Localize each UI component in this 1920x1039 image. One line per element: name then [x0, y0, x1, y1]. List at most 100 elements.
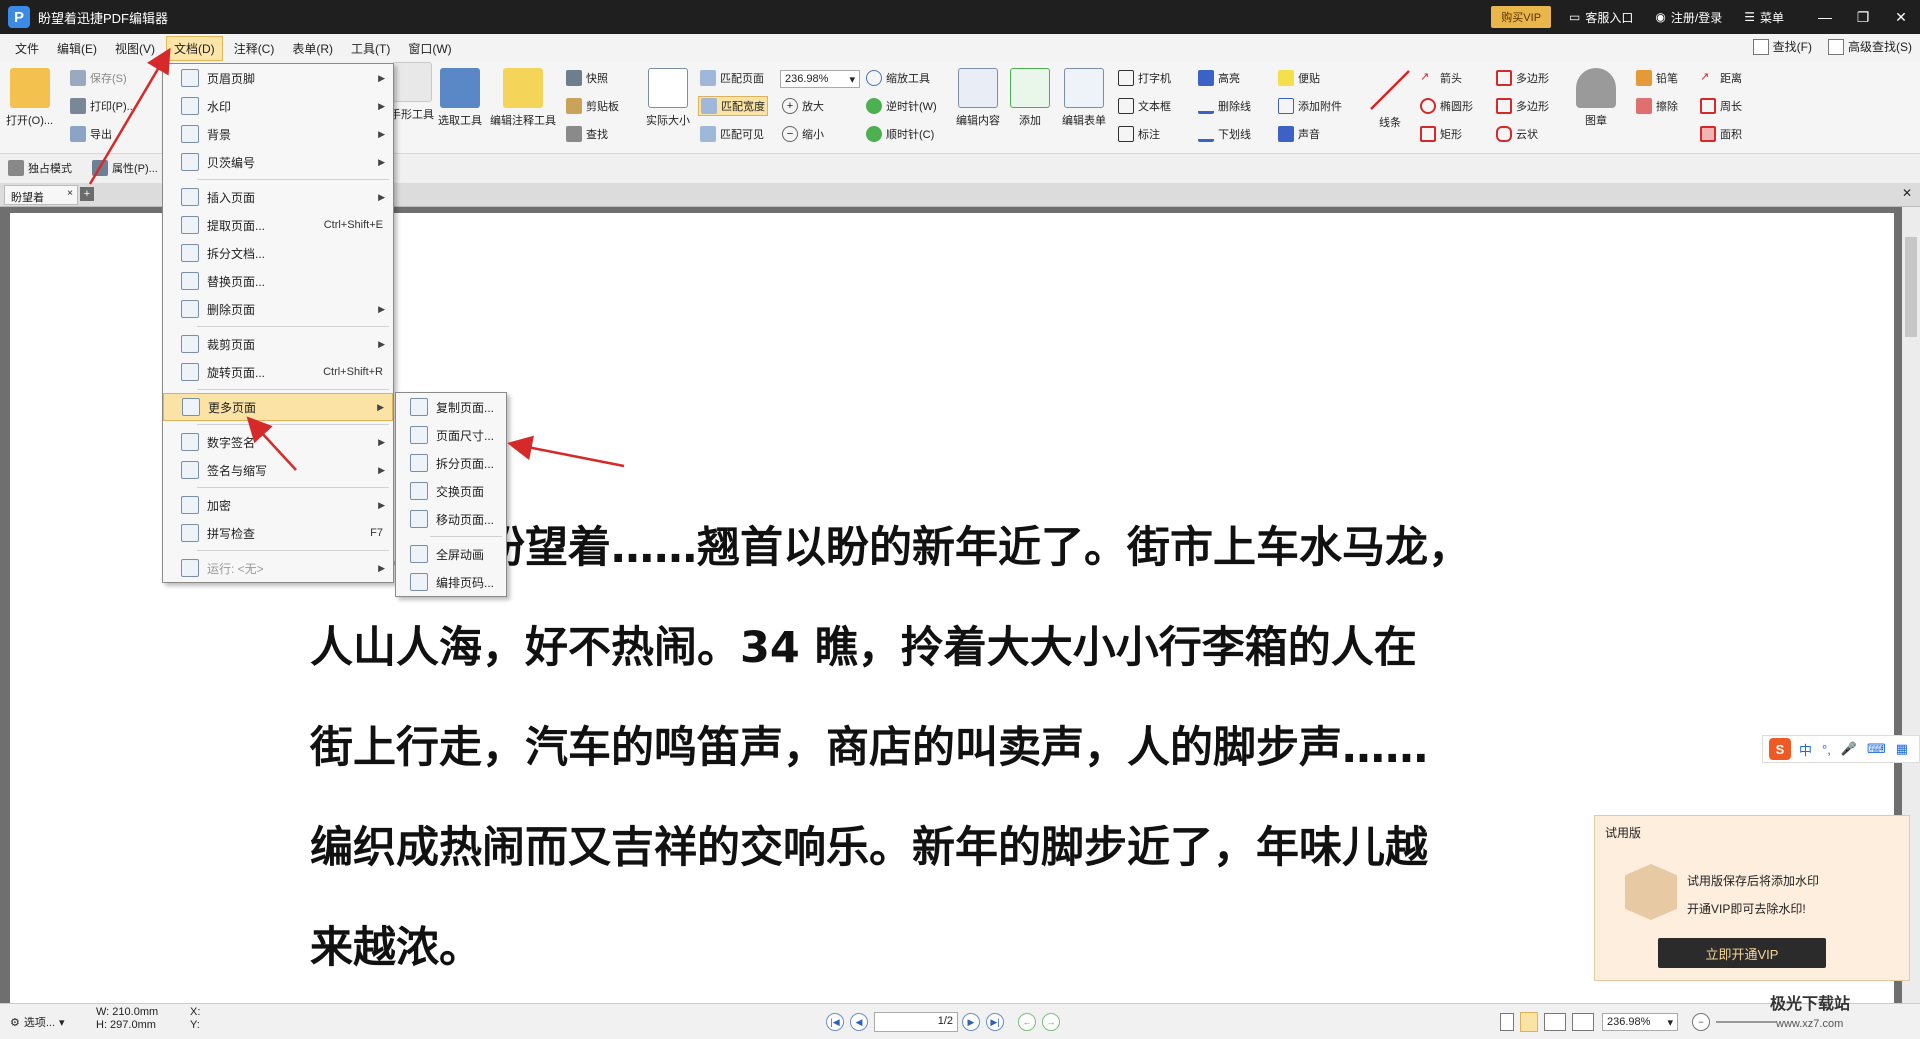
document-tab[interactable]: 盼望着 × [4, 185, 78, 205]
rotate-cw-button[interactable]: 顺时针(C) [866, 126, 934, 142]
sound-button[interactable]: 声音 [1278, 126, 1320, 142]
distance-button[interactable]: ↗ 距离 [1700, 70, 1742, 86]
polygon-button[interactable]: 多边形 [1496, 70, 1549, 86]
grid-icon[interactable]: ▦ [1896, 741, 1908, 757]
zoom-tool-button[interactable]: 缩放工具 [866, 70, 930, 86]
login-link[interactable]: ◉ 注册/登录 [1655, 9, 1722, 26]
note-button[interactable]: 便贴 [1278, 70, 1320, 86]
attach-button[interactable]: 添加附件 [1278, 98, 1342, 114]
continuous-page-icon[interactable] [1520, 1012, 1538, 1032]
maximize-button[interactable]: ❐ [1844, 9, 1882, 26]
find-button[interactable]: 查找(F) [1752, 38, 1812, 55]
textbox-button[interactable]: 文本框 [1118, 98, 1171, 114]
status-zoom-out-button[interactable]: − [1692, 1013, 1710, 1031]
zoom-combo[interactable]: 236.98% ▾ [780, 70, 860, 88]
area-button[interactable]: 面积 [1700, 126, 1742, 142]
print-button[interactable]: 打印(P)... [70, 98, 136, 114]
microphone-icon[interactable]: 🎤 [1841, 741, 1857, 757]
more_pages_menu-item[interactable]: 全屏动画 [396, 540, 506, 568]
scrollbar-thumb[interactable] [1905, 237, 1917, 337]
menu-tools[interactable]: 工具(T) [344, 37, 397, 60]
hand-tool-button[interactable]: 手形工具 [390, 62, 434, 122]
edit-content-button[interactable]: 编辑内容 [956, 68, 1000, 128]
snapshot-button[interactable]: 快照 [566, 70, 608, 86]
keyboard-icon[interactable]: ⌨ [1867, 741, 1886, 757]
properties-button[interactable]: 属性(P)... [92, 160, 158, 176]
close-document-icon[interactable]: ✕ [1902, 186, 1912, 200]
more_pages_menu-item[interactable]: 编排页码... [396, 568, 506, 596]
add-tab-button[interactable]: + [80, 187, 94, 201]
more_pages_menu-item[interactable]: 交换页面 [396, 477, 506, 505]
continuous-facing-icon[interactable] [1572, 1013, 1594, 1031]
select-tool-button[interactable]: 选取工具 [438, 68, 482, 128]
doc_menu-item[interactable]: 旋转页面... Ctrl+Shift+R [163, 358, 393, 386]
menu-view[interactable]: 视图(V) [108, 37, 162, 60]
doc_menu-item[interactable]: 替换页面... [163, 267, 393, 295]
save-button[interactable]: 保存(S) [70, 70, 127, 86]
menu-link[interactable]: ☰ 菜单 [1744, 9, 1784, 26]
pencil-button[interactable]: 铅笔 [1636, 70, 1678, 86]
strikeout-button[interactable]: 删除线 [1198, 98, 1251, 114]
doc_menu-item[interactable]: 拆分文档... [163, 239, 393, 267]
doc_menu-item[interactable]: 插入页面 ▶ [163, 183, 393, 211]
more_pages_menu-item[interactable]: 复制页面... [396, 393, 506, 421]
doc_menu-item[interactable]: 贝茨编号 ▶ [163, 148, 393, 176]
close-window-button[interactable]: ✕ [1882, 9, 1920, 26]
ellipse-button[interactable]: 椭圆形 [1420, 98, 1473, 114]
status-zoom-combo[interactable]: 236.98% ▾ [1602, 1013, 1678, 1031]
last-page-button[interactable]: ▶| [986, 1013, 1004, 1031]
single-page-icon[interactable] [1500, 1013, 1514, 1031]
exclusive-mode-button[interactable]: 独占模式 [8, 160, 72, 176]
next-page-button[interactable]: ▶ [962, 1013, 980, 1031]
doc_menu-item[interactable]: 签名与缩写 ▶ [163, 456, 393, 484]
open-button[interactable]: 打开(O)... [6, 68, 53, 128]
forward-button[interactable]: → [1042, 1013, 1060, 1031]
doc_menu-item[interactable]: 提取页面... Ctrl+Shift+E [163, 211, 393, 239]
doc_menu-item[interactable]: 数字签名 ▶ [163, 428, 393, 456]
buy-vip-button[interactable]: 购买VIP [1491, 6, 1552, 28]
facing-pages-icon[interactable] [1544, 1013, 1566, 1031]
doc_menu-item[interactable]: 加密 ▶ [163, 491, 393, 519]
fit-visible-button[interactable]: 匹配可见 [700, 126, 764, 142]
menu-edit[interactable]: 编辑(E) [50, 37, 104, 60]
menu-comment[interactable]: 注释(C) [227, 37, 282, 60]
fit-width-button[interactable]: 匹配宽度 [698, 96, 768, 116]
page-number-input[interactable]: 1/2 [874, 1012, 958, 1032]
advanced-find-button[interactable]: 高级查找(S) [1828, 38, 1912, 55]
highlight-button[interactable]: 高亮 [1198, 70, 1240, 86]
customer-service-link[interactable]: ▭ 客服入口 [1569, 9, 1633, 26]
callout-button[interactable]: 标注 [1118, 126, 1160, 142]
doc_menu-item[interactable]: 页眉页脚 ▶ [163, 64, 393, 92]
back-button[interactable]: ← [1018, 1013, 1036, 1031]
underline-button[interactable]: 下划线 [1198, 126, 1251, 142]
menu-window[interactable]: 窗口(W) [401, 37, 458, 60]
first-page-button[interactable]: |◀ [826, 1013, 844, 1031]
add-button[interactable]: 添加 [1010, 68, 1050, 128]
doc_menu-item[interactable]: 删除页面 ▶ [163, 295, 393, 323]
more_pages_menu-item[interactable]: 移动页面... [396, 505, 506, 533]
more_pages_menu-item[interactable]: 页面尺寸... [396, 421, 506, 449]
menu-form[interactable]: 表单(R) [285, 37, 340, 60]
ime-language[interactable]: 中 [1799, 740, 1812, 759]
zoom-out-button[interactable]: − 缩小 [782, 126, 824, 142]
more_pages_menu-item[interactable]: 拆分页面... [396, 449, 506, 477]
menu-file[interactable]: 文件 [8, 37, 46, 60]
doc_menu-item[interactable]: 裁剪页面 ▶ [163, 330, 393, 358]
fit-page-button[interactable]: 匹配页面 [700, 70, 764, 86]
rectangle-button[interactable]: 矩形 [1420, 126, 1462, 142]
close-tab-icon[interactable]: × [67, 188, 73, 199]
doc_menu-item[interactable]: 背景 ▶ [163, 120, 393, 148]
edit-annotation-tool-button[interactable]: 编辑注释工具 [490, 68, 556, 128]
minimize-button[interactable]: — [1806, 9, 1844, 25]
cloud-button[interactable]: 云状 [1496, 126, 1538, 142]
stamp-button[interactable]: 图章 [1576, 68, 1616, 128]
ime-toolbar[interactable]: S 中 °, 🎤 ⌨ ▦ [1762, 735, 1920, 763]
options-button[interactable]: ⚙ 选项... ▾ [10, 1014, 65, 1030]
eraser-button[interactable]: 擦除 [1636, 98, 1678, 114]
zoom-slider[interactable] [1716, 1021, 1776, 1023]
open-vip-button[interactable]: 立即开通VIP [1658, 938, 1826, 968]
polyline-button[interactable]: 多边形 [1496, 98, 1549, 114]
edit-form-button[interactable]: 编辑表单 [1062, 68, 1106, 128]
doc_menu-item[interactable]: 拼写检查 F7 [163, 519, 393, 547]
menu-document[interactable]: 文档(D) [166, 35, 223, 61]
